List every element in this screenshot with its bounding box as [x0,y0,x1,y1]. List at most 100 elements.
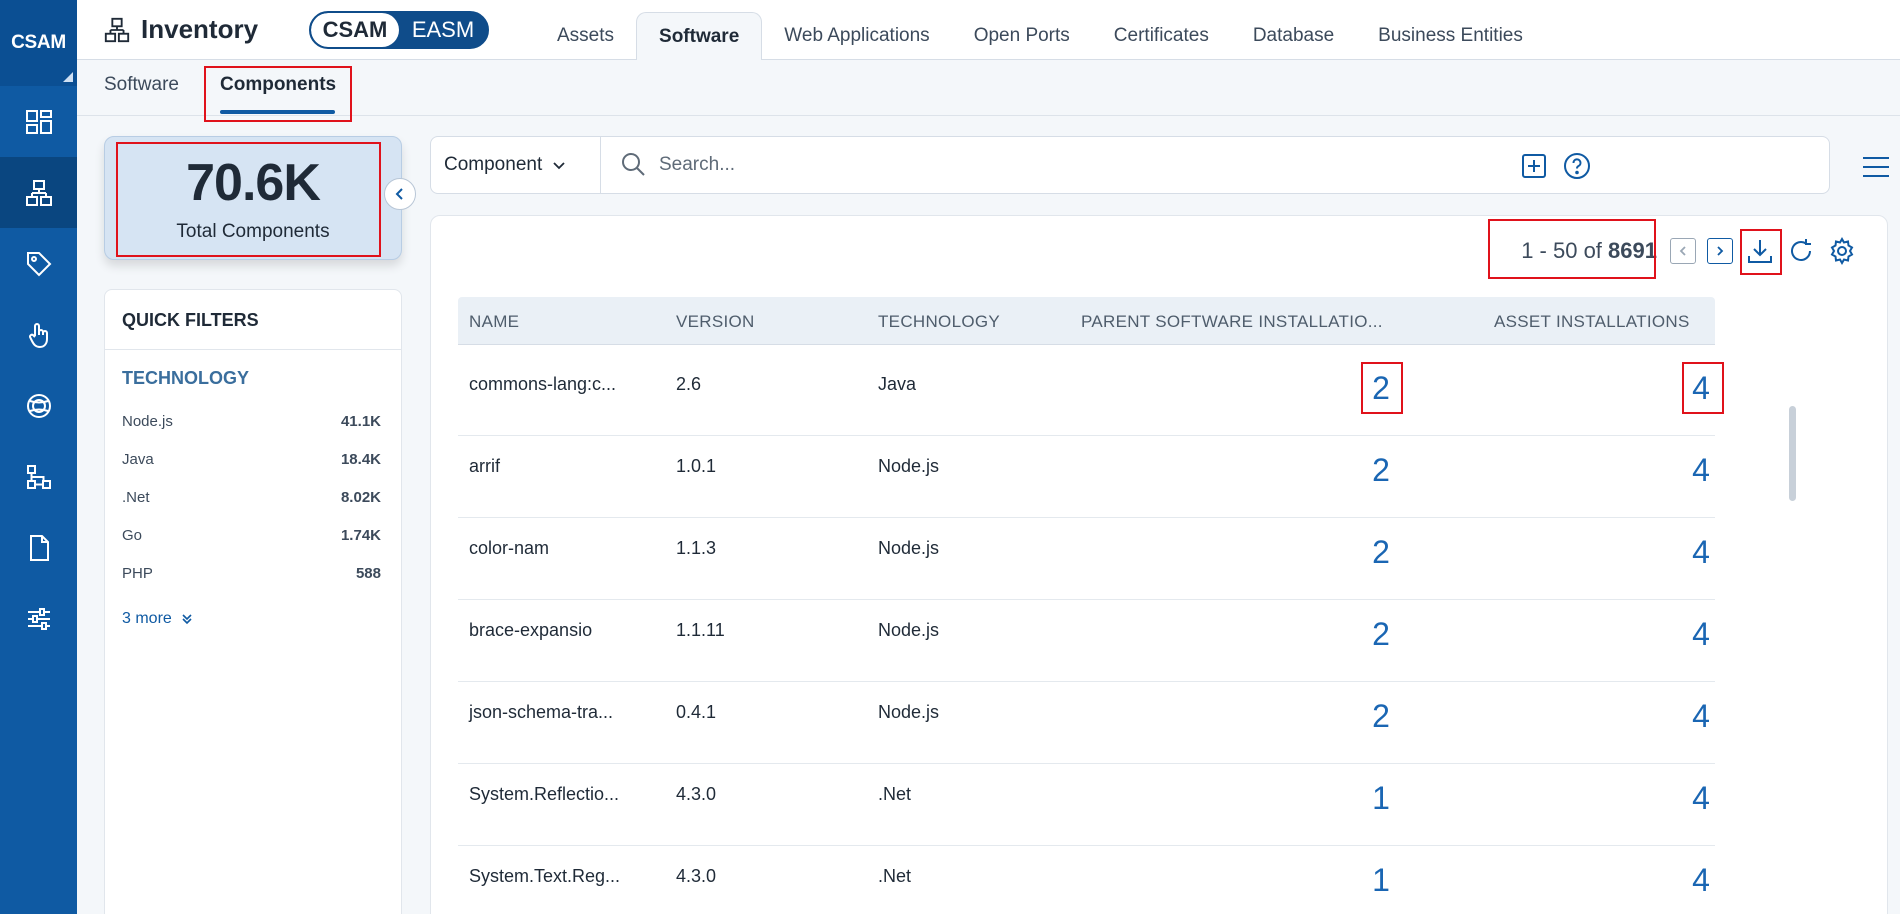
cell-asset-count[interactable]: 4 [1683,698,1719,735]
rail-document[interactable] [0,512,77,583]
filter-label: PHP [122,564,153,582]
rail-globe[interactable] [0,370,77,441]
cell-technology: .Net [878,866,912,886]
filter-count: 41.1K [340,412,381,430]
network-icon [26,464,51,489]
table-row[interactable]: brace-expansio 1.1.11 Node.js 2 4 [458,600,1715,682]
refresh-icon [1791,239,1811,261]
double-chevron-down-icon [182,614,192,625]
rail-dashboard[interactable] [0,86,77,157]
cell-parent-count[interactable]: 2 [1363,698,1399,735]
tab-open-ports[interactable]: Open Ports [952,12,1092,60]
column-header-version[interactable]: VERSION [676,312,755,332]
chevron-left-icon [1679,246,1686,256]
filter-item[interactable]: .Net 8.02K [122,482,381,512]
cell-name: color-nam [469,538,550,558]
add-button[interactable] [1519,151,1549,181]
cell-asset-count[interactable]: 4 [1683,780,1719,817]
filter-count: 1.74K [340,526,381,544]
table-scrollbar[interactable] [1789,406,1796,501]
sliders-icon [27,607,50,630]
subtab-software[interactable]: Software [104,74,179,96]
divider [105,349,401,350]
cell-version: 2.6 [676,374,702,394]
tab-certificates[interactable]: Certificates [1092,12,1231,60]
csam-easm-toggle[interactable]: CSAM EASM [309,11,489,49]
dashboard-icon [25,109,52,134]
quick-filters-panel: QUICK FILTERS TECHNOLOGY Node.js 41.1K J… [104,289,402,914]
inventory-icon [104,17,130,42]
table-row[interactable]: arrif 1.0.1 Node.js 2 4 [458,436,1715,518]
cell-asset-count[interactable]: 4 [1683,616,1719,653]
rail-touch[interactable] [0,299,77,370]
cell-parent-count[interactable]: 1 [1363,862,1399,899]
cell-asset-count[interactable]: 4 [1683,452,1719,489]
table-row[interactable]: commons-lang:c... 2.6 Java 2 4 [458,354,1724,436]
table-body: commons-lang:c... 2.6 Java 2 4 arrif 1.0… [458,354,1724,914]
settings-button[interactable] [1825,234,1859,268]
rail-tags[interactable] [0,228,77,299]
tab-business-entities[interactable]: Business Entities [1356,12,1545,60]
tab-software[interactable]: Software [636,12,763,60]
filter-label: Node.js [122,412,173,430]
toggle-csam[interactable]: CSAM [311,13,399,47]
highlight-box-parent-count [1361,362,1403,414]
rail-settings[interactable] [0,583,77,654]
search-input[interactable] [659,147,1499,183]
filter-item[interactable]: PHP 588 [122,558,381,588]
column-header-technology[interactable]: TECHNOLOGY [878,312,1000,332]
cell-version: 1.1.3 [676,538,717,558]
table-row[interactable]: color-nam 1.1.3 Node.js 2 4 [458,518,1715,600]
cell-parent-count[interactable]: 1 [1363,780,1399,817]
prev-page-button[interactable] [1670,238,1696,264]
tab-assets[interactable]: Assets [535,12,636,60]
help-button[interactable] [1562,151,1592,181]
filter-label: Java [122,450,154,468]
inventory-icon [25,179,52,206]
technology-heading: TECHNOLOGY [122,368,250,388]
table-row[interactable]: json-schema-tra... 0.4.1 Node.js 2 4 [458,682,1715,764]
refresh-button[interactable] [1784,234,1818,268]
column-header-asset-installations[interactable]: ASSET INSTALLATIONS [1494,312,1690,332]
app-title: Inventory [103,14,258,45]
tab-database[interactable]: Database [1231,12,1356,60]
cell-name: System.Text.Reg... [469,866,621,886]
next-page-button[interactable] [1707,238,1733,264]
rail-network[interactable] [0,441,77,512]
components-table-panel: 1 - 50 of 8691 NAME VERSION TECHNOLOGY P… [430,215,1888,914]
highlight-box-asset-count [1682,362,1724,414]
cell-technology: Node.js [878,456,940,476]
show-more-filters[interactable]: 3 more [122,610,194,628]
table-row[interactable]: System.Text.Reg... 4.3.0 .Net 1 4 [458,846,1715,914]
quick-filters-title: QUICK FILTERS [122,310,259,330]
chevron-left-icon [395,188,403,200]
filter-count: 588 [355,564,381,582]
cell-parent-count[interactable]: 2 [1363,616,1399,653]
table-row[interactable]: System.Reflectio... 4.3.0 .Net 1 4 [458,764,1715,846]
cell-parent-count[interactable]: 2 [1363,452,1399,489]
cell-version: 1.0.1 [676,456,717,476]
hamburger-icon [1863,157,1889,177]
filter-item[interactable]: Java 18.4K [122,444,381,474]
search-scope-dropdown[interactable]: Component [431,137,601,193]
cell-name: commons-lang:c... [469,374,617,394]
filter-item[interactable]: Node.js 41.1K [122,406,381,436]
cell-name: System.Reflectio... [469,784,620,804]
rail-inventory[interactable] [0,157,77,228]
cell-asset-count[interactable]: 4 [1683,862,1719,899]
brand-logo[interactable]: CSAM [0,0,77,86]
cell-version: 4.3.0 [676,784,717,804]
cell-parent-count[interactable]: 2 [1363,534,1399,571]
collapse-panel-button[interactable] [384,178,416,210]
filter-item[interactable]: Go 1.74K [122,520,381,550]
cell-name: json-schema-tra... [469,702,614,722]
top-tabs: Assets Software Web Applications Open Po… [535,12,1545,60]
tab-web-applications[interactable]: Web Applications [762,12,951,60]
column-header-name[interactable]: NAME [469,312,519,332]
cell-technology: Node.js [878,538,940,558]
column-header-parent-software[interactable]: PARENT SOFTWARE INSTALLATIO... [1081,312,1383,332]
menu-button[interactable] [1860,152,1892,182]
filter-label: Go [122,526,143,544]
toggle-easm[interactable]: EASM [399,13,487,47]
cell-asset-count[interactable]: 4 [1683,534,1719,571]
